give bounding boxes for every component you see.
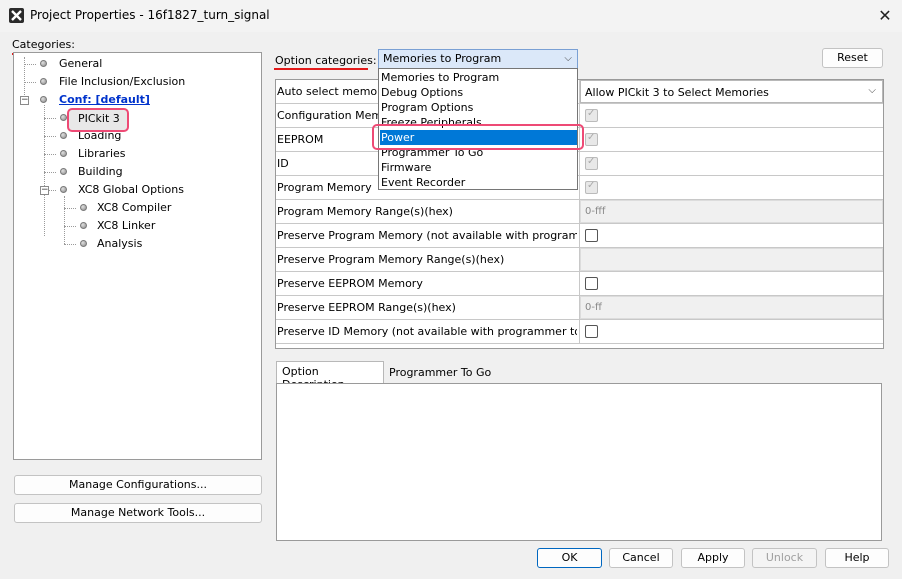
grid-row-program-memory-range: Program Memory Range(s)(hex) 0-fff <box>276 200 883 224</box>
grid-row-preserve-id-memory: Preserve ID Memory (not available with p… <box>276 320 883 344</box>
manage-configurations-button[interactable]: Manage Configurations... <box>14 475 262 495</box>
grid-row-program-memory: Program Memory <box>276 176 883 200</box>
grid-row-preserve-eeprom-memory: Preserve EEPROM Memory <box>276 272 883 296</box>
tree-item-building[interactable]: Building <box>78 164 123 180</box>
option-categories-select[interactable]: Memories to Program ⌵ <box>378 49 578 69</box>
dropdown-item-firmware[interactable]: Firmware <box>380 160 577 175</box>
tree-item-pickit3[interactable]: PICkit 3 <box>78 112 120 125</box>
node-bullet-icon <box>80 204 87 211</box>
apply-button[interactable]: Apply <box>681 548 745 568</box>
auto-select-combo[interactable]: Allow PICkit 3 to Select Memories ⌵ <box>580 80 883 103</box>
preserve-id-memory-checkbox[interactable] <box>585 325 598 338</box>
power-highlight <box>372 124 584 150</box>
close-icon[interactable]: ✕ <box>868 3 902 29</box>
node-bullet-icon <box>60 186 67 193</box>
cancel-button[interactable]: Cancel <box>609 548 673 568</box>
eeprom-checkbox <box>585 132 598 146</box>
node-bullet-icon <box>40 96 47 103</box>
dropdown-item-debug-options[interactable]: Debug Options <box>380 85 577 100</box>
options-grid: Auto select memories and ranges Allow PI… <box>275 79 884 349</box>
auto-select-value: Allow PICkit 3 to Select Memories <box>585 86 769 99</box>
configuration-memory-checkbox <box>585 108 598 122</box>
preserve-eeprom-range-field: 0-ff <box>580 296 883 319</box>
dropdown-item-memories-to-program[interactable]: Memories to Program <box>380 70 577 85</box>
node-bullet-icon <box>60 150 67 157</box>
preserve-program-memory-checkbox[interactable] <box>585 229 598 242</box>
tree-item-analysis[interactable]: Analysis <box>97 236 142 252</box>
node-bullet-icon <box>80 222 87 229</box>
node-bullet-icon <box>60 132 67 139</box>
grid-row-preserve-program-memory-range: Preserve Program Memory Range(s)(hex) <box>276 248 883 272</box>
grid-row-preserve-program-memory: Preserve Program Memory (not available w… <box>276 224 883 248</box>
chevron-down-icon: ⌵ <box>868 85 876 96</box>
option-categories-value: Memories to Program <box>383 52 502 65</box>
node-bullet-icon <box>60 168 67 175</box>
program-memory-range-value: 0-fff <box>585 206 606 217</box>
dropdown-item-event-recorder[interactable]: Event Recorder <box>380 175 577 190</box>
preserve-eeprom-range-value: 0-ff <box>585 302 602 313</box>
dropdown-item-program-options[interactable]: Program Options <box>380 100 577 115</box>
unlock-button: Unlock <box>752 548 817 568</box>
categories-tree[interactable]: − − General File Inclusion/Exclusion Con… <box>13 52 262 460</box>
collapse-xc8-icon[interactable]: − <box>40 186 49 195</box>
manage-network-tools-button[interactable]: Manage Network Tools... <box>14 503 262 523</box>
pickit3-highlight[interactable]: PICkit 3 <box>67 108 129 132</box>
grid-row-preserve-eeprom-range: Preserve EEPROM Range(s)(hex) 0-ff <box>276 296 883 320</box>
grid-row-id: ID <box>276 152 883 176</box>
grid-row-auto-select: Auto select memories and ranges Allow PI… <box>276 80 883 104</box>
node-bullet-icon <box>60 114 67 121</box>
window-title: Project Properties - 16f1827_turn_signal <box>30 8 270 22</box>
grid-row-label: Preserve EEPROM Range(s)(hex) <box>277 301 456 314</box>
app-x-icon <box>9 8 24 23</box>
program-memory-checkbox <box>585 180 598 194</box>
preserve-eeprom-checkbox[interactable] <box>585 277 598 290</box>
ok-button[interactable]: OK <box>537 548 602 568</box>
tree-item-xc8-linker[interactable]: XC8 Linker <box>97 218 155 234</box>
grid-row-label: Preserve ID Memory (not available with p… <box>277 325 577 338</box>
option-categories-underline <box>274 68 368 70</box>
tab-option-description[interactable]: Option Description <box>276 361 384 391</box>
collapse-conf-icon[interactable]: − <box>20 96 29 105</box>
tree-item-general[interactable]: General <box>59 56 102 72</box>
preserve-program-memory-range-field <box>580 248 883 271</box>
tree-item-conf-default[interactable]: Conf: [default] <box>59 92 150 108</box>
grid-row-label: Preserve Program Memory (not available w… <box>277 229 577 242</box>
tree-item-libraries[interactable]: Libraries <box>78 146 126 162</box>
node-bullet-icon <box>80 240 87 247</box>
grid-row-label: Preserve EEPROM Memory <box>277 277 423 290</box>
id-checkbox <box>585 156 598 170</box>
grid-row-label: Program Memory Range(s)(hex) <box>277 205 453 218</box>
tab-programmer-to-go[interactable]: Programmer To Go <box>385 363 492 384</box>
option-categories-label: Option categories: <box>275 54 377 67</box>
reset-button[interactable]: Reset <box>822 48 883 68</box>
node-bullet-icon <box>40 60 47 67</box>
tree-item-xc8-global-options[interactable]: XC8 Global Options <box>78 182 184 198</box>
tree-item-xc8-compiler[interactable]: XC8 Compiler <box>97 200 171 216</box>
program-memory-range-field: 0-fff <box>580 200 883 223</box>
help-button[interactable]: Help <box>825 548 889 568</box>
option-description-panel <box>276 383 882 541</box>
grid-row-label: Preserve Program Memory Range(s)(hex) <box>277 253 505 266</box>
tree-item-file-inclusion[interactable]: File Inclusion/Exclusion <box>59 74 185 90</box>
node-bullet-icon <box>40 78 47 85</box>
categories-label: Categories: <box>12 38 75 51</box>
chevron-down-icon: ⌵ <box>564 53 572 64</box>
